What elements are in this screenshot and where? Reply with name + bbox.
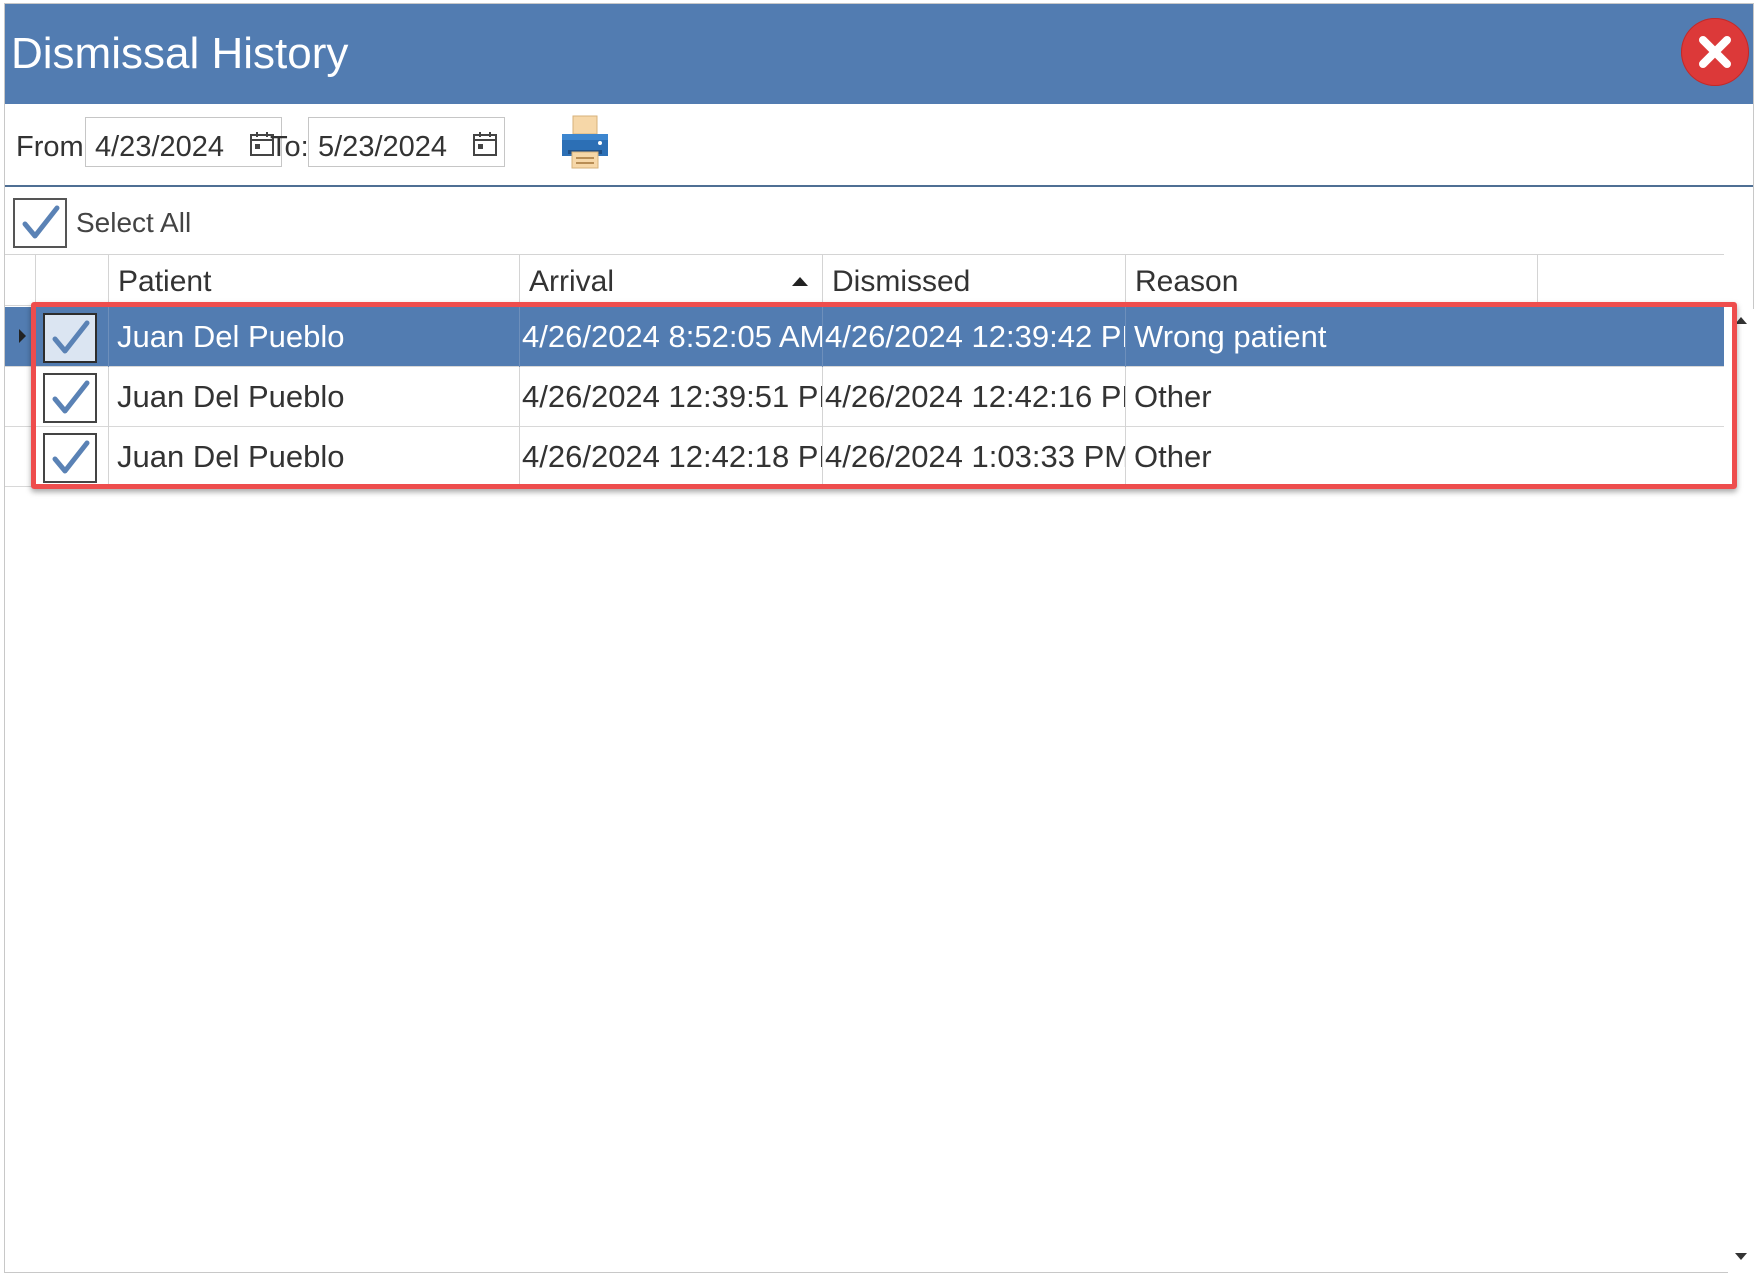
cell-dismissed: 4/26/2024 1:03:33 PM — [822, 427, 1125, 487]
sort-ascending-icon — [792, 277, 808, 286]
checkmark-icon — [52, 440, 90, 474]
column-header-patient[interactable]: Patient — [108, 255, 519, 305]
cell-text: Other — [1134, 439, 1212, 474]
cell-text: Wrong patient — [1134, 319, 1327, 354]
checkmark-icon — [22, 205, 60, 239]
column-header-arrival[interactable]: Arrival — [519, 255, 822, 305]
cell-patient: Juan Del Pueblo — [108, 367, 519, 427]
cell-text: 4/26/2024 12:42:18 PM — [522, 439, 822, 474]
date-filter-toolbar: From: 4/23/2024 To: 5/23/2024 — [5, 104, 1753, 187]
vertical-scrollbar[interactable] — [1728, 309, 1755, 1274]
to-date-value[interactable]: 5/23/2024 — [318, 131, 447, 164]
column-header-label: Dismissed — [832, 265, 971, 298]
cell-patient: Juan Del Pueblo — [108, 427, 519, 487]
title-bar: Dismissal History — [5, 4, 1753, 104]
select-all-label[interactable]: Select All — [76, 207, 191, 239]
cell-dismissed: 4/26/2024 12:39:42 PM — [822, 307, 1125, 367]
cell-text: 4/26/2024 8:52:05 AM — [522, 319, 822, 354]
cell-reason: Other — [1125, 367, 1538, 427]
cell-text: Other — [1134, 379, 1212, 414]
cell-text: 4/26/2024 12:42:16 PM — [825, 379, 1125, 414]
grid-header: Patient Arrival Dismissed Reason — [5, 254, 1724, 306]
row-checkbox[interactable] — [43, 433, 97, 483]
window-title: Dismissal History — [11, 29, 349, 78]
current-row-indicator-icon — [19, 329, 26, 343]
cell-text: Juan Del Pueblo — [117, 319, 345, 354]
to-date-picker[interactable]: 5/23/2024 — [308, 117, 505, 167]
column-header-reason[interactable]: Reason — [1125, 255, 1538, 305]
select-all-checkbox[interactable] — [13, 198, 67, 248]
cell-text: Juan Del Pueblo — [117, 379, 345, 414]
cell-text: 4/26/2024 12:39:51 PM — [522, 379, 822, 414]
checkmark-icon — [52, 380, 90, 414]
row-checkbox[interactable] — [43, 313, 97, 363]
calendar-icon[interactable] — [472, 131, 498, 162]
column-header-label: Arrival — [529, 265, 615, 298]
close-icon — [1699, 36, 1731, 68]
close-button[interactable] — [1681, 18, 1749, 86]
from-label: From: — [16, 131, 92, 163]
column-header-checkbox — [35, 255, 108, 305]
cell-text: Juan Del Pueblo — [117, 439, 345, 474]
row-checkbox[interactable] — [43, 373, 97, 423]
cell-reason: Wrong patient — [1125, 307, 1538, 367]
print-button[interactable] — [558, 114, 612, 175]
cell-dismissed: 4/26/2024 12:42:16 PM — [822, 367, 1125, 427]
column-header-dismissed[interactable]: Dismissed — [822, 255, 1125, 305]
cell-text: 4/26/2024 1:03:33 PM — [825, 439, 1125, 474]
from-date-picker[interactable]: 4/23/2024 — [85, 117, 282, 167]
cell-arrival: 4/26/2024 8:52:05 AM — [519, 307, 822, 367]
select-all-row: Select All — [5, 187, 1753, 254]
dismissal-history-window: Dismissal History From: 4/23/2024 To: 5/… — [4, 3, 1755, 1274]
table-row[interactable]: Juan Del Pueblo 4/26/2024 8:52:05 AM 4/2… — [5, 307, 1724, 367]
cell-patient: Juan Del Pueblo — [108, 307, 519, 367]
scroll-up-icon[interactable] — [1735, 317, 1747, 324]
cell-arrival: 4/26/2024 12:39:51 PM — [519, 367, 822, 427]
scroll-down-icon[interactable] — [1735, 1253, 1747, 1260]
column-header-label: Patient — [118, 265, 212, 298]
from-date-value[interactable]: 4/23/2024 — [95, 131, 224, 164]
cell-reason: Other — [1125, 427, 1538, 487]
table-row[interactable]: Juan Del Pueblo 4/26/2024 12:39:51 PM 4/… — [5, 367, 1724, 427]
table-row[interactable]: Juan Del Pueblo 4/26/2024 12:42:18 PM 4/… — [5, 427, 1724, 487]
cell-arrival: 4/26/2024 12:42:18 PM — [519, 427, 822, 487]
to-label: To: — [270, 131, 309, 163]
column-header-label: Reason — [1135, 265, 1239, 298]
checkmark-icon — [52, 320, 90, 354]
printer-icon — [562, 115, 608, 169]
cell-text: 4/26/2024 12:39:42 PM — [825, 319, 1125, 354]
